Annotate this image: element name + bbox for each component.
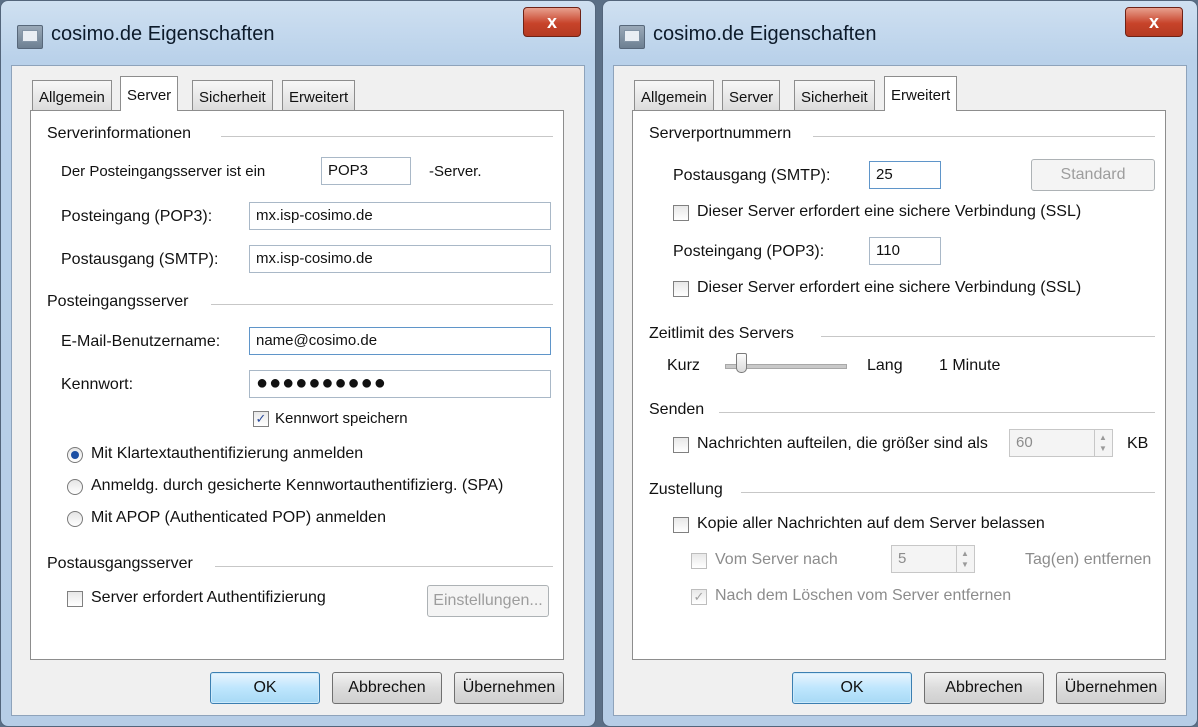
remove-after-days-spinner[interactable]: 5 ▲ ▼: [891, 545, 975, 573]
tab-allgemein[interactable]: Allgemein: [32, 80, 112, 110]
ok-button[interactable]: OK: [792, 672, 912, 704]
title-bar[interactable]: cosimo.de Eigenschaften x: [1, 1, 595, 65]
split-size-spin-buttons[interactable]: ▲ ▼: [1094, 430, 1112, 456]
dialog-client-area: Allgemein Server Sicherheit Erweitert Se…: [11, 65, 585, 716]
spin-down-icon[interactable]: ▼: [1099, 444, 1107, 453]
outgoing-settings-button[interactable]: Einstellungen...: [427, 585, 549, 617]
split-size-unit: KB: [1127, 435, 1149, 452]
close-button[interactable]: x: [523, 7, 581, 37]
ok-button[interactable]: OK: [210, 672, 320, 704]
group-timeout-heading: Zeitlimit des Servers: [649, 325, 794, 342]
pop3-server-label: Posteingang (POP3):: [61, 208, 213, 225]
split-messages-checkbox[interactable]: [673, 437, 689, 453]
apply-button[interactable]: Übernehmen: [454, 672, 564, 704]
remove-after-suffix: Tag(en) entfernen: [1025, 551, 1152, 568]
group-ports-heading: Serverportnummern: [649, 125, 792, 142]
group-divider: [211, 304, 553, 305]
close-button[interactable]: x: [1125, 7, 1183, 37]
pop3-port-label: Posteingang (POP3):: [673, 243, 825, 260]
smtp-auth-label: Server erfordert Authentifizierung: [91, 589, 326, 606]
group-delivery-heading: Zustellung: [649, 481, 723, 498]
cancel-button[interactable]: Abbrechen: [924, 672, 1044, 704]
group-incoming-server-heading: Posteingangsserver: [47, 293, 189, 310]
group-outgoing-server-heading: Postausgangsserver: [47, 555, 193, 572]
properties-dialog-advanced: cosimo.de Eigenschaften x Allgemein Serv…: [602, 0, 1198, 727]
dialog-client-area: Allgemein Server Sicherheit Erweitert Se…: [613, 65, 1187, 716]
password-label: Kennwort:: [61, 376, 134, 393]
timeout-long-label: Lang: [867, 357, 903, 374]
split-size-value: 60: [1016, 434, 1033, 451]
group-divider: [221, 136, 553, 137]
tab-sicherheit[interactable]: Sicherheit: [794, 80, 875, 110]
remove-after-checkbox[interactable]: [691, 553, 707, 569]
keep-copy-checkbox[interactable]: [673, 517, 689, 533]
pop3-port-input[interactable]: 110: [869, 237, 941, 265]
tab-sicherheit[interactable]: Sicherheit: [192, 80, 273, 110]
spin-up-icon[interactable]: ▲: [1099, 433, 1107, 442]
auth-spa-radio[interactable]: [67, 479, 83, 495]
tab-erweitert[interactable]: Erweitert: [884, 76, 958, 111]
keep-copy-label: Kopie aller Nachrichten auf dem Server b…: [697, 515, 1045, 532]
auth-plaintext-radio[interactable]: [67, 447, 83, 463]
group-divider: [813, 136, 1155, 137]
timeout-slider-thumb[interactable]: [736, 353, 748, 373]
save-password-checkbox[interactable]: ✓: [253, 411, 269, 427]
remove-after-label: Vom Server nach: [715, 551, 838, 568]
smtp-ssl-label: Dieser Server erfordert eine sichere Ver…: [697, 203, 1082, 220]
advanced-tab-panel: Serverportnummern Postausgang (SMTP): 25…: [632, 110, 1166, 660]
split-size-spinner[interactable]: 60 ▲ ▼: [1009, 429, 1113, 457]
group-divider: [215, 566, 553, 567]
save-password-label: Kennwort speichern: [275, 410, 408, 427]
group-divider: [719, 412, 1155, 413]
smtp-port-input[interactable]: 25: [869, 161, 941, 189]
group-server-info-heading: Serverinformationen: [47, 125, 192, 142]
auth-apop-label: Mit APOP (Authenticated POP) anmelden: [91, 509, 386, 526]
tab-server[interactable]: Server: [120, 76, 179, 111]
cancel-button[interactable]: Abbrechen: [332, 672, 442, 704]
smtp-server-input[interactable]: mx.isp-cosimo.de: [249, 245, 551, 273]
default-ports-button[interactable]: Standard: [1031, 159, 1155, 191]
timeout-value-label: 1 Minute: [939, 357, 1001, 374]
auth-spa-label: Anmeldg. durch gesicherte Kennwortauthen…: [91, 477, 504, 494]
smtp-ssl-checkbox[interactable]: [673, 205, 689, 221]
window-title: cosimo.de Eigenschaften: [51, 23, 275, 45]
tab-server[interactable]: Server: [722, 80, 781, 110]
mail-account-icon: [619, 25, 645, 49]
incoming-type-label: Der Posteingangsserver ist ein: [61, 163, 266, 180]
spin-up-icon[interactable]: ▲: [961, 549, 969, 558]
remove-after-spin-buttons[interactable]: ▲ ▼: [956, 546, 974, 572]
group-divider: [741, 492, 1155, 493]
group-send-heading: Senden: [649, 401, 705, 418]
pop3-server-input[interactable]: mx.isp-cosimo.de: [249, 202, 551, 230]
remove-on-delete-label: Nach dem Löschen vom Server entfernen: [715, 587, 1012, 604]
incoming-type-field: POP3: [321, 157, 411, 185]
smtp-auth-checkbox[interactable]: [67, 591, 83, 607]
password-input[interactable]: ●●●●●●●●●●: [249, 370, 551, 398]
tab-allgemein[interactable]: Allgemein: [634, 80, 714, 110]
split-messages-label: Nachrichten aufteilen, die größer sind a…: [697, 435, 988, 452]
server-tab-panel: Serverinformationen Der Posteingangsserv…: [30, 110, 564, 660]
tab-erweitert[interactable]: Erweitert: [282, 80, 356, 110]
incoming-type-suffix: -Server.: [429, 163, 482, 180]
group-divider: [821, 336, 1155, 337]
timeout-short-label: Kurz: [667, 357, 700, 374]
auth-plaintext-label: Mit Klartextauthentifizierung anmelden: [91, 445, 364, 462]
smtp-port-label: Postausgang (SMTP):: [673, 167, 831, 184]
smtp-server-label: Postausgang (SMTP):: [61, 251, 219, 268]
remove-after-days-value: 5: [898, 550, 907, 567]
window-title: cosimo.de Eigenschaften: [653, 23, 877, 45]
mail-account-icon: [17, 25, 43, 49]
spin-down-icon[interactable]: ▼: [961, 560, 969, 569]
username-input[interactable]: name@cosimo.de: [249, 327, 551, 355]
apply-button[interactable]: Übernehmen: [1056, 672, 1166, 704]
properties-dialog-server: cosimo.de Eigenschaften x Allgemein Serv…: [0, 0, 596, 727]
auth-apop-radio[interactable]: [67, 511, 83, 527]
pop3-ssl-label: Dieser Server erfordert eine sichere Ver…: [697, 279, 1082, 296]
pop3-ssl-checkbox[interactable]: [673, 281, 689, 297]
remove-on-delete-checkbox[interactable]: ✓: [691, 589, 707, 605]
username-label: E-Mail-Benutzername:: [61, 333, 221, 350]
title-bar[interactable]: cosimo.de Eigenschaften x: [603, 1, 1197, 65]
